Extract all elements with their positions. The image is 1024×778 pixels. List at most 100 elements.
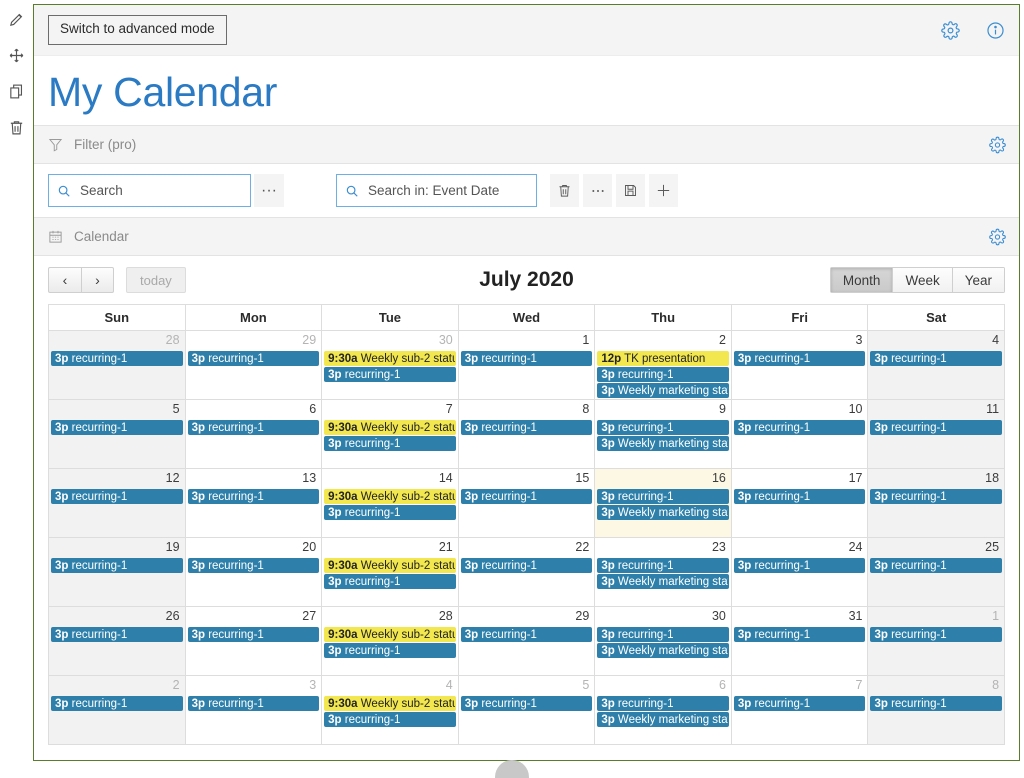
calendar-day-cell[interactable]: 73p recurring-1 — [732, 676, 869, 745]
calendar-event[interactable]: 3p recurring-1 — [734, 627, 866, 642]
calendar-event[interactable]: 3p recurring-1 — [597, 696, 729, 711]
gear-icon[interactable] — [941, 21, 960, 40]
calendar-event[interactable]: 3p recurring-1 — [51, 558, 183, 573]
calendar-day-cell[interactable]: 273p recurring-1 — [186, 607, 323, 676]
calendar-day-cell[interactable]: 173p recurring-1 — [732, 469, 869, 538]
calendar-day-cell[interactable]: 93p recurring-13p Weekly marketing stat — [595, 400, 732, 469]
calendar-day-cell[interactable]: 233p recurring-13p Weekly marketing stat — [595, 538, 732, 607]
calendar-day-cell[interactable]: 289:30a Weekly sub-2 statu3p recurring-1 — [322, 607, 459, 676]
calendar-event[interactable]: 3p recurring-1 — [51, 351, 183, 366]
info-icon[interactable] — [986, 21, 1005, 40]
switch-to-advanced-mode-button[interactable]: Switch to advanced mode — [48, 15, 227, 45]
calendar-event[interactable]: 3p recurring-1 — [461, 696, 593, 711]
search-scope-input[interactable]: Search in: Event Date — [336, 174, 537, 207]
calendar-event[interactable]: 3p recurring-1 — [188, 351, 320, 366]
calendar-event[interactable]: 3p recurring-1 — [870, 489, 1002, 504]
add-search-button[interactable] — [649, 174, 678, 207]
calendar-event[interactable]: 3p recurring-1 — [324, 574, 456, 589]
calendar-day-cell[interactable]: 33p recurring-1 — [186, 676, 323, 745]
calendar-day-cell[interactable]: 309:30a Weekly sub-2 statu3p recurring-1 — [322, 331, 459, 400]
calendar-event[interactable]: 3p recurring-1 — [51, 489, 183, 504]
calendar-event[interactable]: 3p recurring-1 — [188, 696, 320, 711]
calendar-event[interactable]: 3p recurring-1 — [188, 558, 320, 573]
calendar-event[interactable]: 3p recurring-1 — [597, 558, 729, 573]
calendar-event[interactable]: 3p recurring-1 — [734, 489, 866, 504]
calendar-day-cell[interactable]: 193p recurring-1 — [49, 538, 186, 607]
calendar-event[interactable]: 3p recurring-1 — [870, 696, 1002, 711]
calendar-event[interactable]: 9:30a Weekly sub-2 statu — [324, 558, 456, 573]
calendar-event[interactable]: 12p TK presentation — [597, 351, 729, 366]
calendar-event[interactable]: 9:30a Weekly sub-2 statu — [324, 627, 456, 642]
calendar-day-cell[interactable]: 183p recurring-1 — [868, 469, 1004, 538]
calendar-event[interactable]: 3p recurring-1 — [324, 367, 456, 382]
calendar-event[interactable]: 9:30a Weekly sub-2 statu — [324, 696, 456, 711]
calendar-event[interactable]: 3p recurring-1 — [870, 627, 1002, 642]
calendar-day-cell[interactable]: 53p recurring-1 — [459, 676, 596, 745]
calendar-day-cell[interactable]: 219:30a Weekly sub-2 statu3p recurring-1 — [322, 538, 459, 607]
calendar-event[interactable]: 3p recurring-1 — [597, 367, 729, 382]
calendar-event[interactable]: 3p recurring-1 — [461, 627, 593, 642]
calendar-event[interactable]: 3p recurring-1 — [461, 489, 593, 504]
calendar-section-header[interactable]: Calendar — [34, 217, 1019, 256]
calendar-day-cell[interactable]: 123p recurring-1 — [49, 469, 186, 538]
calendar-event[interactable]: 3p recurring-1 — [734, 696, 866, 711]
calendar-event[interactable]: 3p recurring-1 — [870, 558, 1002, 573]
calendar-event[interactable]: 3p recurring-1 — [188, 627, 320, 642]
calendar-day-cell[interactable]: 133p recurring-1 — [186, 469, 323, 538]
calendar-event[interactable]: 3p recurring-1 — [461, 420, 593, 435]
calendar-day-cell[interactable]: 63p recurring-13p Weekly marketing stat — [595, 676, 732, 745]
calendar-event[interactable]: 3p Weekly marketing stat — [597, 574, 729, 589]
prev-month-button[interactable]: ‹ — [48, 267, 81, 293]
filter-section-header[interactable]: Filter (pro) — [34, 125, 1019, 164]
calendar-day-cell[interactable]: 53p recurring-1 — [49, 400, 186, 469]
calendar-event[interactable]: 3p recurring-1 — [870, 351, 1002, 366]
view-button-month[interactable]: Month — [830, 267, 894, 293]
calendar-event[interactable]: 9:30a Weekly sub-2 statu — [324, 489, 456, 504]
calendar-event[interactable]: 9:30a Weekly sub-2 statu — [324, 420, 456, 435]
search-input[interactable]: Search — [48, 174, 251, 207]
calendar-event[interactable]: 3p Weekly marketing stat — [597, 436, 729, 451]
calendar-day-cell[interactable]: 263p recurring-1 — [49, 607, 186, 676]
calendar-event[interactable]: 3p recurring-1 — [324, 505, 456, 520]
calendar-day-cell[interactable]: 103p recurring-1 — [732, 400, 869, 469]
calendar-day-cell[interactable]: 253p recurring-1 — [868, 538, 1004, 607]
move-icon[interactable] — [3, 42, 29, 68]
calendar-day-cell[interactable]: 313p recurring-1 — [732, 607, 869, 676]
calendar-event[interactable]: 3p recurring-1 — [188, 489, 320, 504]
calendar-day-cell[interactable]: 49:30a Weekly sub-2 statu3p recurring-1 — [322, 676, 459, 745]
calendar-day-cell[interactable]: 303p recurring-13p Weekly marketing stat — [595, 607, 732, 676]
calendar-event[interactable]: 3p recurring-1 — [51, 627, 183, 642]
calendar-event[interactable]: 3p recurring-1 — [324, 436, 456, 451]
calendar-day-cell[interactable]: 83p recurring-1 — [459, 400, 596, 469]
calendar-day-cell[interactable]: 243p recurring-1 — [732, 538, 869, 607]
calendar-day-cell[interactable]: 283p recurring-1 — [49, 331, 186, 400]
view-button-year[interactable]: Year — [953, 267, 1005, 293]
calendar-day-cell[interactable]: 23p recurring-1 — [49, 676, 186, 745]
calendar-event[interactable]: 9:30a Weekly sub-2 statu — [324, 351, 456, 366]
next-month-button[interactable]: › — [81, 267, 114, 293]
trash-icon[interactable] — [3, 114, 29, 140]
view-button-week[interactable]: Week — [893, 267, 952, 293]
calendar-day-cell[interactable]: 113p recurring-1 — [868, 400, 1004, 469]
search-more-button[interactable]: ··· — [254, 174, 284, 207]
calendar-event[interactable]: 3p recurring-1 — [461, 351, 593, 366]
calendar-day-cell[interactable]: 293p recurring-1 — [459, 607, 596, 676]
calendar-event[interactable]: 3p recurring-1 — [597, 489, 729, 504]
calendar-event[interactable]: 3p recurring-1 — [324, 643, 456, 658]
more-options-button[interactable] — [583, 174, 612, 207]
calendar-event[interactable]: 3p recurring-1 — [324, 712, 456, 727]
pencil-icon[interactable] — [3, 6, 29, 32]
calendar-day-cell[interactable]: 79:30a Weekly sub-2 statu3p recurring-1 — [322, 400, 459, 469]
scroll-handle[interactable] — [495, 760, 529, 778]
today-button[interactable]: today — [126, 267, 186, 293]
calendar-event[interactable]: 3p recurring-1 — [597, 627, 729, 642]
calendar-day-cell[interactable]: 163p recurring-13p Weekly marketing stat — [595, 469, 732, 538]
calendar-event[interactable]: 3p recurring-1 — [870, 420, 1002, 435]
calendar-day-cell[interactable]: 83p recurring-1 — [868, 676, 1004, 745]
calendar-event[interactable]: 3p Weekly marketing stat — [597, 712, 729, 727]
gear-icon[interactable] — [989, 136, 1006, 153]
save-search-button[interactable] — [616, 174, 645, 207]
calendar-event[interactable]: 3p recurring-1 — [188, 420, 320, 435]
calendar-day-cell[interactable]: 223p recurring-1 — [459, 538, 596, 607]
calendar-event[interactable]: 3p recurring-1 — [734, 558, 866, 573]
